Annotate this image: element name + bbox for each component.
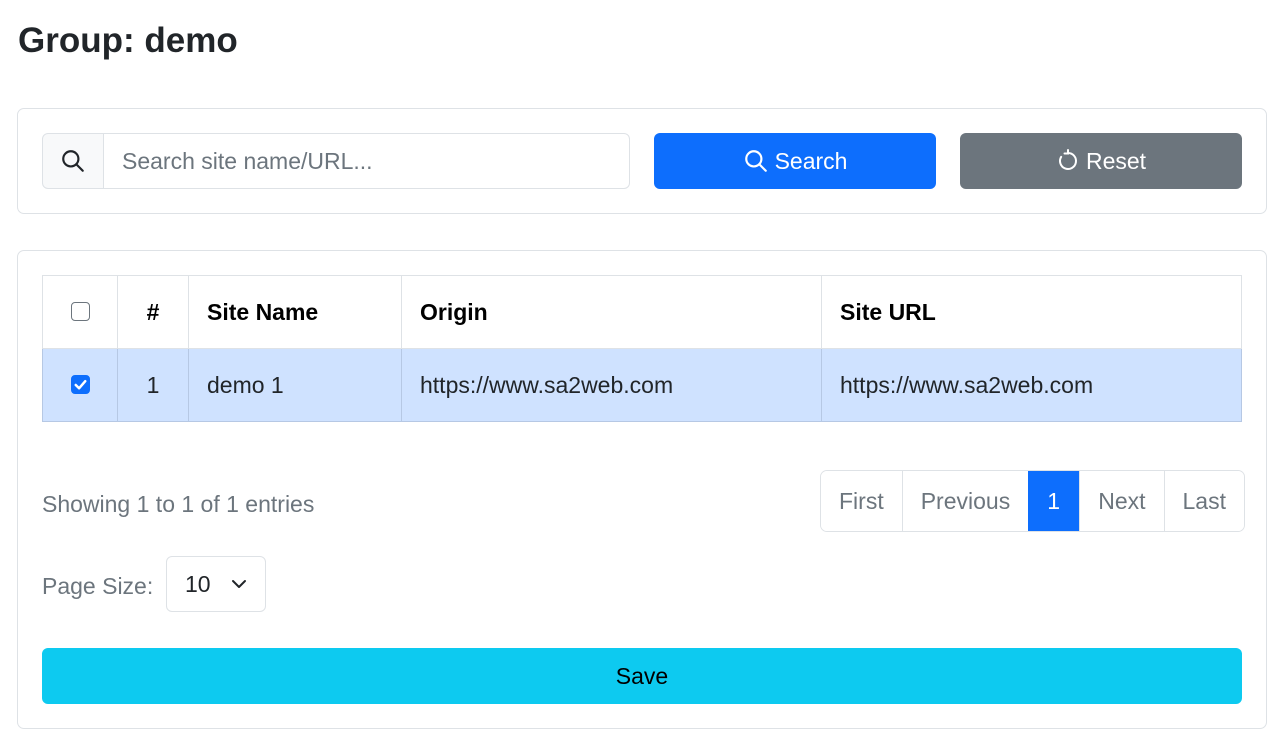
reset-button-label: Reset — [1085, 147, 1147, 174]
row-checkbox[interactable] — [70, 374, 90, 394]
entries-info: Showing 1 to 1 of 1 entries — [42, 491, 315, 517]
search-button[interactable]: Search — [654, 133, 936, 189]
row-select-cell — [42, 348, 118, 422]
page-size-label: Page Size: — [42, 573, 154, 599]
column-header-site-name[interactable]: Site Name — [188, 275, 402, 349]
page-title: Group: demo — [18, 21, 238, 60]
search-card: Search Reset — [17, 108, 1267, 214]
reset-button[interactable]: Reset — [960, 133, 1242, 189]
search-icon — [62, 150, 84, 172]
page: Group: demo Search Reset — [0, 0, 1283, 734]
select-all-cell — [42, 275, 118, 349]
page-size-select[interactable]: 10 — [166, 556, 266, 612]
pagination: First Previous 1 Next Last — [820, 470, 1245, 532]
table-row[interactable]: 1 demo 1 https://www.sa2web.com https://… — [42, 348, 1242, 422]
table-header-row: # Site Name Origin Site URL — [42, 275, 1242, 349]
reset-icon — [1058, 149, 1077, 170]
page-previous-button[interactable]: Previous — [901, 471, 1029, 531]
row-site-name: demo 1 — [188, 348, 402, 422]
page-size-value: 10 — [185, 570, 211, 597]
chevron-down-icon — [232, 580, 246, 588]
row-site-url: https://www.sa2web.com — [821, 348, 1242, 422]
table-card: # Site Name Origin Site URL 1 demo 1 htt… — [17, 250, 1267, 729]
sites-table: # Site Name Origin Site URL 1 demo 1 htt… — [42, 275, 1242, 422]
row-number: 1 — [117, 348, 189, 422]
page-first-button[interactable]: First — [821, 471, 902, 531]
save-button[interactable]: Save — [42, 648, 1242, 704]
page-next-button[interactable]: Next — [1079, 471, 1164, 531]
search-input[interactable] — [104, 133, 630, 189]
row-origin: https://www.sa2web.com — [401, 348, 822, 422]
search-addon — [42, 133, 104, 189]
check-icon — [74, 379, 86, 390]
page-current-button[interactable]: 1 — [1028, 471, 1080, 531]
page-last-button[interactable]: Last — [1163, 471, 1244, 531]
search-icon — [744, 150, 767, 172]
search-input-group — [42, 133, 630, 189]
search-button-label: Search — [774, 147, 848, 174]
column-header-origin[interactable]: Origin — [401, 275, 822, 349]
column-header-number[interactable]: # — [117, 275, 189, 349]
column-header-site-url[interactable]: Site URL — [821, 275, 1242, 349]
select-all-checkbox[interactable] — [70, 301, 90, 321]
